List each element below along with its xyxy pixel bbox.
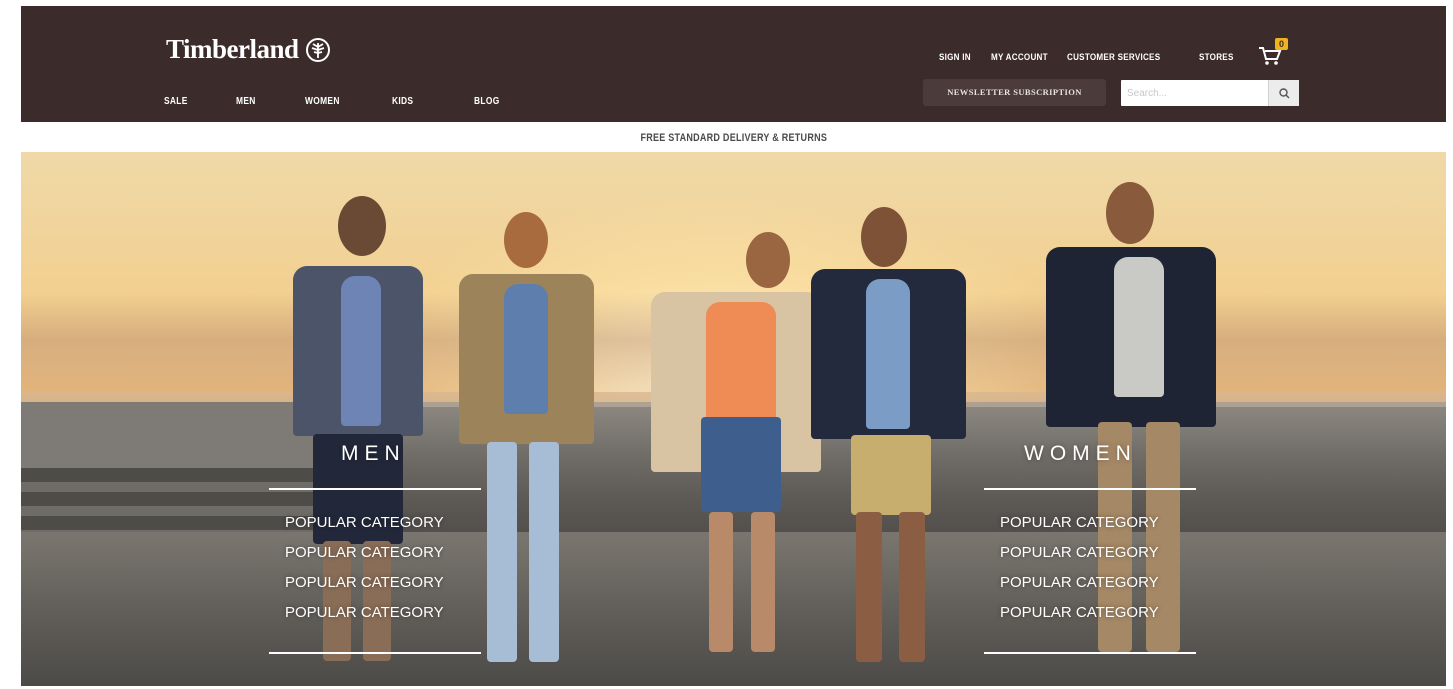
stores-link[interactable]: STORES	[1199, 52, 1234, 63]
my-account-link[interactable]: MY ACCOUNT	[991, 52, 1048, 63]
utility-links: SIGN IN MY ACCOUNT CUSTOMER SERVICES STO…	[939, 38, 1288, 68]
nav-item-sale[interactable]: SALE	[164, 95, 222, 107]
men-top-divider	[269, 488, 481, 490]
women-popular-category-link[interactable]: POPULAR CATEGORY	[1000, 514, 1159, 531]
men-popular-category-link[interactable]: POPULAR CATEGORY	[285, 514, 444, 531]
model-figure	[811, 207, 971, 667]
brand-name: Timberland	[166, 34, 299, 64]
women-category-panel: WOMEN POPULAR CATEGORY POPULAR CATEGORY …	[984, 442, 1214, 672]
women-bottom-divider	[984, 652, 1196, 654]
tree-logo-icon	[305, 37, 330, 62]
women-popular-category-link[interactable]: POPULAR CATEGORY	[1000, 604, 1159, 621]
free-delivery-banner[interactable]: FREE STANDARD DELIVERY & RETURNS	[640, 132, 827, 144]
men-popular-category-link[interactable]: POPULAR CATEGORY	[285, 544, 444, 561]
women-popular-category-link[interactable]: POPULAR CATEGORY	[1000, 574, 1159, 591]
search-button[interactable]	[1268, 80, 1299, 106]
customer-services-link[interactable]: CUSTOMER SERVICES	[1067, 52, 1160, 63]
men-category-panel: MEN POPULAR CATEGORY POPULAR CATEGORY PO…	[269, 442, 489, 672]
newsletter-subscription-button[interactable]: NEWSLETTER SUBSCRIPTION	[923, 79, 1106, 106]
nav-item-men[interactable]: MEN	[236, 95, 291, 107]
model-figure	[631, 192, 821, 662]
promo-bar: FREE STANDARD DELIVERY & RETURNS	[21, 122, 1446, 152]
men-bottom-divider	[269, 652, 481, 654]
sign-in-link[interactable]: SIGN IN	[939, 52, 971, 63]
men-popular-category-link[interactable]: POPULAR CATEGORY	[285, 574, 444, 591]
brand-logo[interactable]: Timberland	[166, 34, 331, 65]
nav-item-kids[interactable]: KIDS	[392, 95, 458, 107]
nav-item-blog[interactable]: BLOG	[474, 95, 522, 107]
search-input[interactable]	[1121, 80, 1266, 106]
hero-banner: MEN POPULAR CATEGORY POPULAR CATEGORY PO…	[21, 152, 1446, 686]
site-header: Timberland SIGN IN MY ACCOUNT CUSTOMER S…	[21, 6, 1446, 122]
women-title[interactable]: WOMEN	[1024, 442, 1137, 466]
men-popular-category-link[interactable]: POPULAR CATEGORY	[285, 604, 444, 621]
cart-button[interactable]: 0	[1258, 38, 1288, 68]
women-popular-category-link[interactable]: POPULAR CATEGORY	[1000, 544, 1159, 561]
page-frame: Timberland SIGN IN MY ACCOUNT CUSTOMER S…	[21, 6, 1446, 686]
cart-count-badge: 0	[1275, 38, 1288, 50]
nav-item-women[interactable]: WOMEN	[305, 95, 375, 107]
main-nav: SALE MEN WOMEN KIDS BLOG	[164, 95, 534, 107]
search-box	[1121, 80, 1299, 106]
men-title[interactable]: MEN	[341, 442, 406, 466]
women-top-divider	[984, 488, 1196, 490]
search-icon	[1278, 87, 1289, 98]
